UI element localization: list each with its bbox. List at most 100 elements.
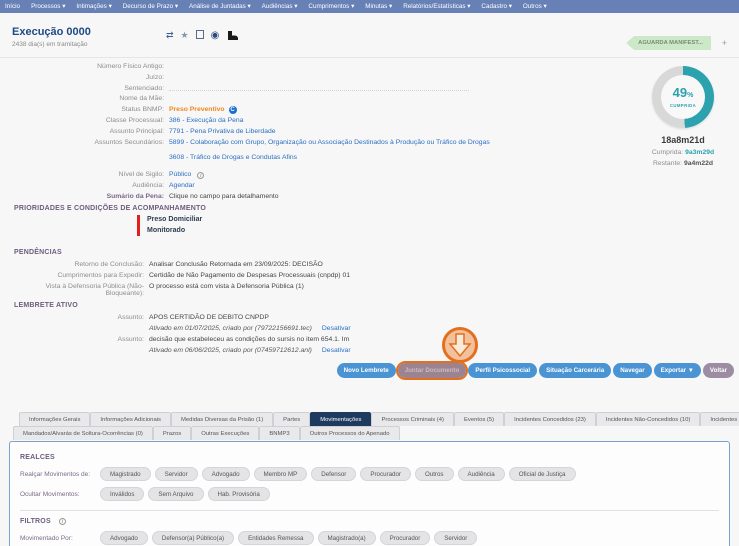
realce-chip[interactable]: Magistrado [100, 467, 151, 481]
realce-chip[interactable]: Outros [415, 467, 454, 481]
ankle-monitor-icon[interactable] [226, 31, 238, 40]
info-icon[interactable]: i [59, 518, 66, 525]
lembrete-row: Assunto: decisão que estabeleceu as cond… [14, 336, 614, 347]
nivel-sigilo-link[interactable]: Público [169, 170, 191, 178]
field-row: Número Físico Antigo: [12, 62, 532, 73]
field-row: Juízo: [12, 73, 532, 84]
realce-chip[interactable]: Procurador [360, 467, 411, 481]
nav-item[interactable]: Audiências ▾ [262, 3, 298, 10]
pena-restante-value: 9a4m22d [684, 160, 713, 167]
retorno-conclusao-link[interactable]: Analisar Conclusão Retornada em 23/09/20… [149, 261, 323, 272]
desativar-link[interactable]: Desativar [322, 325, 351, 336]
filtro-chip[interactable]: Procurador [380, 531, 431, 545]
tab[interactable]: Outras Execuções [191, 426, 259, 440]
switch-process-icon[interactable]: ⇄ [166, 30, 174, 41]
bnmp-badge-icon[interactable]: C [229, 106, 237, 114]
record-icon[interactable]: ◉ [211, 31, 220, 41]
sumario-pena-value[interactable]: Clique no campo para detalhamento [169, 192, 279, 200]
filtro-chip[interactable]: Magistrado(a) [318, 531, 376, 545]
audiencia-label: Audiência: [12, 181, 164, 189]
tab[interactable]: Informações Gerais [19, 412, 90, 426]
field-row: Sumário da Pena: Clique no campo para de… [12, 192, 532, 203]
tab[interactable]: Incidentes Não-Concedidos (10) [596, 412, 700, 426]
desativar-link[interactable]: Desativar [322, 347, 351, 358]
realce-chip[interactable]: Oficial de Justiça [509, 467, 576, 481]
copy-icon[interactable] [198, 32, 204, 39]
tabs-row-1: Informações GeraisInformações Adicionais… [19, 412, 739, 426]
tab[interactable]: Prazos [153, 426, 191, 440]
filtro-chip[interactable]: Advogado [100, 531, 148, 545]
filtro-chip[interactable]: Entidades Remessa [238, 531, 313, 545]
nivel-sigilo-label: Nível de Sigilo: [12, 170, 164, 178]
realce-chip[interactable]: Membro MP [254, 467, 308, 481]
juntar-documento-button[interactable]: Juntar Documento [398, 363, 467, 378]
voltar-button[interactable]: Voltar [703, 363, 734, 378]
realcar-chips: Magistrado Servidor Advogado Membro MPDefen… [100, 467, 576, 481]
situacao-carceraria-button[interactable]: Situação Carcerária [539, 363, 611, 378]
pendencia-label: Retorno de Conclusão: [14, 261, 144, 272]
tab[interactable]: Processos Criminais (4) [371, 412, 454, 426]
lembrete-subject[interactable]: decisão que estabeleceu as condições do … [149, 336, 349, 347]
filtros-title: FILTROS [20, 518, 51, 525]
nav-item[interactable]: Outros ▾ [523, 3, 547, 10]
realce-chip[interactable]: Advogado [202, 467, 250, 481]
lembrete-subject[interactable]: APOS CERTIDÃO DE DEBITO CNPDP [149, 314, 269, 325]
top-nav: Início Processos ▾ Intimações ▾ Decurso de … [0, 0, 739, 13]
nav-item[interactable]: Processos ▾ [31, 3, 65, 10]
nav-item[interactable]: Decurso de Prazo ▾ [123, 3, 178, 10]
assunto-secundario-link-2[interactable]: 3608 - Tráfico de Drogas e Condutas Afin… [169, 153, 297, 161]
tab[interactable]: Outros Processos do Apenado [300, 426, 400, 440]
vista-defensoria-value: O processo está com vista à Defensoria P… [149, 283, 304, 297]
perfil-psicossocial-button[interactable]: Perfil Psicossocial [468, 363, 537, 378]
tab[interactable]: Incidentes Concedidos (23) [504, 412, 596, 426]
pena-cumprida-row: Cumprida: 9a3m29d [637, 149, 729, 156]
filtro-chip[interactable]: Defensor(a) Público(a) [152, 531, 234, 545]
nav-item[interactable]: Minutas ▾ [365, 3, 392, 10]
tab[interactable]: Eventos (5) [454, 412, 504, 426]
realcar-label: Realçar Movimentos de: [20, 471, 96, 478]
tab[interactable]: Medidas Diversas da Prisão (1) [171, 412, 273, 426]
star-icon[interactable]: ★ [181, 30, 189, 41]
assunto-secundario-link-1[interactable]: 5899 - Colaboração com Grupo, Organizaçã… [169, 138, 490, 146]
header-icons: ⇄ ★ ◉ [166, 30, 238, 41]
info-icon[interactable]: i [197, 172, 204, 179]
tab[interactable]: Incidentes Pendentes [700, 412, 739, 426]
ocultar-chip[interactable]: Sem Arquivo [148, 487, 203, 501]
add-status-button[interactable]: + [722, 38, 727, 48]
tab[interactable]: Informações Adicionais [90, 412, 171, 426]
status-bnmp-value: Preso Preventivo [169, 105, 225, 113]
tab[interactable]: Movimentações [310, 412, 371, 426]
exportar-button[interactable]: Exportar ▼ [654, 363, 701, 378]
ocultar-label: Ocultar Movimentos: [20, 491, 96, 498]
tab[interactable]: BNMP3 [259, 426, 299, 440]
ocultar-chip[interactable]: Hab. Provisória [208, 487, 270, 501]
tab[interactable]: Mandados/Alvarás de Soltura-Ocorrências … [13, 426, 153, 440]
realce-chip[interactable]: Servidor [155, 467, 198, 481]
assunto-principal-link[interactable]: 7791 - Pena Privativa de Liberdade [169, 127, 276, 135]
pendencia-row: Cumprimentos para Expedir: Certidão de N… [14, 272, 614, 283]
navegar-button[interactable]: Navegar [613, 363, 651, 378]
classe-processual-link[interactable]: 386 - Execução da Pena [169, 116, 243, 124]
novo-lembrete-button[interactable]: Novo Lembrete [337, 363, 396, 378]
nav-item[interactable]: Cadastro ▾ [481, 3, 511, 10]
realces-title: REALCES [20, 454, 719, 461]
sumario-pena-label: Sumário da Pena: [12, 192, 164, 200]
nav-item[interactable]: Cumprimentos ▾ [308, 3, 354, 10]
cumprimentos-expedir-link[interactable]: Certidão de Não Pagamento de Despesas Pr… [149, 272, 350, 283]
tab[interactable]: Partes [273, 412, 310, 426]
filtro-chip[interactable]: Servidor [434, 531, 477, 545]
audiencia-agendar-link[interactable]: Agendar [169, 181, 195, 189]
status-bnmp-label: Status BNMP: [12, 105, 164, 113]
nav-item[interactable]: Intimações ▾ [76, 3, 111, 10]
prioridade-item: Preso Domiciliar [147, 215, 202, 226]
pena-donut: 49% CUMPRIDA [652, 66, 714, 128]
nav-item[interactable]: Início [5, 3, 20, 10]
nav-item[interactable]: Análise de Juntadas ▾ [189, 3, 251, 10]
ocultar-chip[interactable]: Inválidos [100, 487, 144, 501]
realce-chip[interactable]: Audiência [458, 467, 505, 481]
nav-item[interactable]: Relatórios/Estatísticas ▾ [403, 3, 470, 10]
realce-chip[interactable]: Defensor [311, 467, 356, 481]
lembrete-row: Assunto: APOS CERTIDÃO DE DEBITO CNPDP [14, 314, 614, 325]
movimentado-label: Movimentado Por: [20, 535, 96, 542]
status-badge[interactable]: AGUARDA MANIFEST... [626, 36, 711, 50]
